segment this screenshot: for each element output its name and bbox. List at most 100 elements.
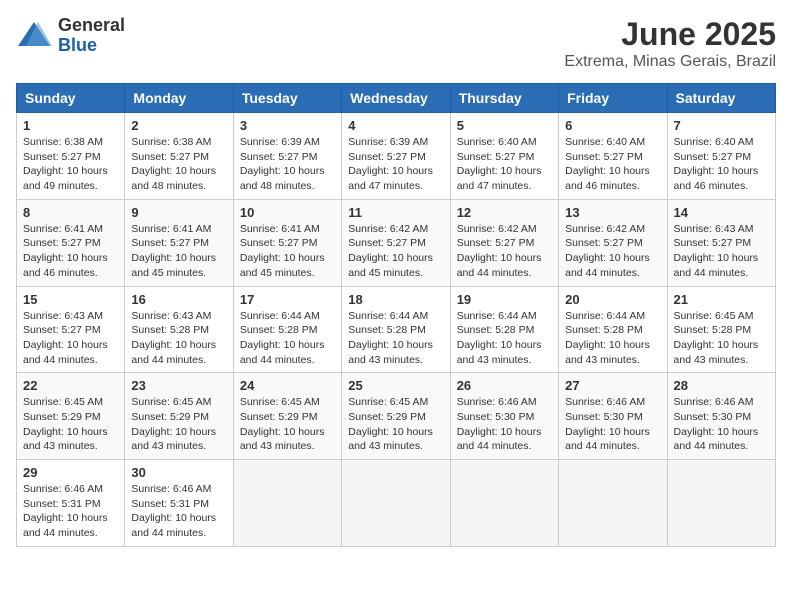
day-cell: 15 Sunrise: 6:43 AMSunset: 5:27 PMDaylig… bbox=[17, 286, 125, 373]
calendar-subtitle: Extrema, Minas Gerais, Brazil bbox=[564, 53, 776, 71]
day-number: 6 bbox=[565, 118, 660, 133]
day-info: Sunrise: 6:46 AMSunset: 5:30 PMDaylight:… bbox=[457, 396, 542, 452]
day-info: Sunrise: 6:45 AMSunset: 5:29 PMDaylight:… bbox=[348, 396, 433, 452]
day-cell: 21 Sunrise: 6:45 AMSunset: 5:28 PMDaylig… bbox=[667, 286, 775, 373]
week-row-5: 29 Sunrise: 6:46 AMSunset: 5:31 PMDaylig… bbox=[17, 460, 776, 547]
day-number: 22 bbox=[23, 378, 118, 393]
day-info: Sunrise: 6:46 AMSunset: 5:31 PMDaylight:… bbox=[23, 483, 108, 539]
day-info: Sunrise: 6:42 AMSunset: 5:27 PMDaylight:… bbox=[565, 223, 650, 279]
day-info: Sunrise: 6:44 AMSunset: 5:28 PMDaylight:… bbox=[457, 310, 542, 366]
day-cell: 30 Sunrise: 6:46 AMSunset: 5:31 PMDaylig… bbox=[125, 460, 233, 547]
day-info: Sunrise: 6:41 AMSunset: 5:27 PMDaylight:… bbox=[240, 223, 325, 279]
header-cell-thursday: Thursday bbox=[450, 84, 558, 113]
day-info: Sunrise: 6:46 AMSunset: 5:31 PMDaylight:… bbox=[131, 483, 216, 539]
day-cell: 19 Sunrise: 6:44 AMSunset: 5:28 PMDaylig… bbox=[450, 286, 558, 373]
day-info: Sunrise: 6:41 AMSunset: 5:27 PMDaylight:… bbox=[131, 223, 216, 279]
title-area: June 2025 Extrema, Minas Gerais, Brazil bbox=[564, 16, 776, 71]
day-info: Sunrise: 6:38 AMSunset: 5:27 PMDaylight:… bbox=[131, 136, 216, 192]
header-row: SundayMondayTuesdayWednesdayThursdayFrid… bbox=[17, 84, 776, 113]
day-cell: 1 Sunrise: 6:38 AMSunset: 5:27 PMDayligh… bbox=[17, 113, 125, 200]
week-row-2: 8 Sunrise: 6:41 AMSunset: 5:27 PMDayligh… bbox=[17, 199, 776, 286]
calendar-body: 1 Sunrise: 6:38 AMSunset: 5:27 PMDayligh… bbox=[17, 113, 776, 547]
day-number: 3 bbox=[240, 118, 335, 133]
header-cell-tuesday: Tuesday bbox=[233, 84, 341, 113]
day-info: Sunrise: 6:46 AMSunset: 5:30 PMDaylight:… bbox=[674, 396, 759, 452]
day-number: 11 bbox=[348, 205, 443, 220]
calendar-header: SundayMondayTuesdayWednesdayThursdayFrid… bbox=[17, 84, 776, 113]
day-cell: 16 Sunrise: 6:43 AMSunset: 5:28 PMDaylig… bbox=[125, 286, 233, 373]
day-cell bbox=[667, 460, 775, 547]
day-info: Sunrise: 6:42 AMSunset: 5:27 PMDaylight:… bbox=[457, 223, 542, 279]
day-info: Sunrise: 6:41 AMSunset: 5:27 PMDaylight:… bbox=[23, 223, 108, 279]
logo-icon bbox=[16, 18, 52, 54]
day-info: Sunrise: 6:39 AMSunset: 5:27 PMDaylight:… bbox=[348, 136, 433, 192]
day-info: Sunrise: 6:43 AMSunset: 5:27 PMDaylight:… bbox=[23, 310, 108, 366]
logo-text: General Blue bbox=[58, 16, 125, 56]
header-cell-monday: Monday bbox=[125, 84, 233, 113]
day-info: Sunrise: 6:45 AMSunset: 5:29 PMDaylight:… bbox=[131, 396, 216, 452]
day-cell: 27 Sunrise: 6:46 AMSunset: 5:30 PMDaylig… bbox=[559, 373, 667, 460]
day-number: 12 bbox=[457, 205, 552, 220]
day-number: 17 bbox=[240, 292, 335, 307]
day-cell: 8 Sunrise: 6:41 AMSunset: 5:27 PMDayligh… bbox=[17, 199, 125, 286]
day-cell: 10 Sunrise: 6:41 AMSunset: 5:27 PMDaylig… bbox=[233, 199, 341, 286]
calendar-title: June 2025 bbox=[564, 16, 776, 53]
day-number: 27 bbox=[565, 378, 660, 393]
day-cell bbox=[559, 460, 667, 547]
day-info: Sunrise: 6:38 AMSunset: 5:27 PMDaylight:… bbox=[23, 136, 108, 192]
day-cell: 3 Sunrise: 6:39 AMSunset: 5:27 PMDayligh… bbox=[233, 113, 341, 200]
day-number: 26 bbox=[457, 378, 552, 393]
day-info: Sunrise: 6:40 AMSunset: 5:27 PMDaylight:… bbox=[565, 136, 650, 192]
day-cell: 11 Sunrise: 6:42 AMSunset: 5:27 PMDaylig… bbox=[342, 199, 450, 286]
day-info: Sunrise: 6:46 AMSunset: 5:30 PMDaylight:… bbox=[565, 396, 650, 452]
day-number: 7 bbox=[674, 118, 769, 133]
week-row-4: 22 Sunrise: 6:45 AMSunset: 5:29 PMDaylig… bbox=[17, 373, 776, 460]
header: General Blue June 2025 Extrema, Minas Ge… bbox=[16, 16, 776, 71]
day-cell: 24 Sunrise: 6:45 AMSunset: 5:29 PMDaylig… bbox=[233, 373, 341, 460]
logo: General Blue bbox=[16, 16, 125, 56]
day-info: Sunrise: 6:42 AMSunset: 5:27 PMDaylight:… bbox=[348, 223, 433, 279]
day-number: 18 bbox=[348, 292, 443, 307]
calendar-table: SundayMondayTuesdayWednesdayThursdayFrid… bbox=[16, 83, 776, 547]
day-cell: 14 Sunrise: 6:43 AMSunset: 5:27 PMDaylig… bbox=[667, 199, 775, 286]
day-number: 2 bbox=[131, 118, 226, 133]
day-cell: 28 Sunrise: 6:46 AMSunset: 5:30 PMDaylig… bbox=[667, 373, 775, 460]
header-cell-saturday: Saturday bbox=[667, 84, 775, 113]
day-cell: 25 Sunrise: 6:45 AMSunset: 5:29 PMDaylig… bbox=[342, 373, 450, 460]
day-cell: 26 Sunrise: 6:46 AMSunset: 5:30 PMDaylig… bbox=[450, 373, 558, 460]
day-info: Sunrise: 6:39 AMSunset: 5:27 PMDaylight:… bbox=[240, 136, 325, 192]
day-cell: 12 Sunrise: 6:42 AMSunset: 5:27 PMDaylig… bbox=[450, 199, 558, 286]
day-info: Sunrise: 6:44 AMSunset: 5:28 PMDaylight:… bbox=[348, 310, 433, 366]
week-row-1: 1 Sunrise: 6:38 AMSunset: 5:27 PMDayligh… bbox=[17, 113, 776, 200]
day-cell bbox=[233, 460, 341, 547]
day-number: 20 bbox=[565, 292, 660, 307]
day-number: 23 bbox=[131, 378, 226, 393]
day-info: Sunrise: 6:40 AMSunset: 5:27 PMDaylight:… bbox=[457, 136, 542, 192]
day-cell: 23 Sunrise: 6:45 AMSunset: 5:29 PMDaylig… bbox=[125, 373, 233, 460]
day-number: 28 bbox=[674, 378, 769, 393]
day-cell: 6 Sunrise: 6:40 AMSunset: 5:27 PMDayligh… bbox=[559, 113, 667, 200]
day-cell bbox=[450, 460, 558, 547]
header-cell-sunday: Sunday bbox=[17, 84, 125, 113]
day-number: 8 bbox=[23, 205, 118, 220]
day-cell bbox=[342, 460, 450, 547]
day-number: 4 bbox=[348, 118, 443, 133]
day-number: 21 bbox=[674, 292, 769, 307]
day-number: 15 bbox=[23, 292, 118, 307]
header-cell-friday: Friday bbox=[559, 84, 667, 113]
day-info: Sunrise: 6:43 AMSunset: 5:28 PMDaylight:… bbox=[131, 310, 216, 366]
day-info: Sunrise: 6:43 AMSunset: 5:27 PMDaylight:… bbox=[674, 223, 759, 279]
day-cell: 20 Sunrise: 6:44 AMSunset: 5:28 PMDaylig… bbox=[559, 286, 667, 373]
logo-blue-label: Blue bbox=[58, 36, 125, 56]
day-cell: 2 Sunrise: 6:38 AMSunset: 5:27 PMDayligh… bbox=[125, 113, 233, 200]
day-info: Sunrise: 6:45 AMSunset: 5:29 PMDaylight:… bbox=[240, 396, 325, 452]
day-number: 19 bbox=[457, 292, 552, 307]
day-cell: 5 Sunrise: 6:40 AMSunset: 5:27 PMDayligh… bbox=[450, 113, 558, 200]
day-info: Sunrise: 6:40 AMSunset: 5:27 PMDaylight:… bbox=[674, 136, 759, 192]
logo-general-label: General bbox=[58, 16, 125, 36]
day-cell: 17 Sunrise: 6:44 AMSunset: 5:28 PMDaylig… bbox=[233, 286, 341, 373]
day-cell: 22 Sunrise: 6:45 AMSunset: 5:29 PMDaylig… bbox=[17, 373, 125, 460]
day-cell: 13 Sunrise: 6:42 AMSunset: 5:27 PMDaylig… bbox=[559, 199, 667, 286]
day-number: 14 bbox=[674, 205, 769, 220]
day-cell: 4 Sunrise: 6:39 AMSunset: 5:27 PMDayligh… bbox=[342, 113, 450, 200]
